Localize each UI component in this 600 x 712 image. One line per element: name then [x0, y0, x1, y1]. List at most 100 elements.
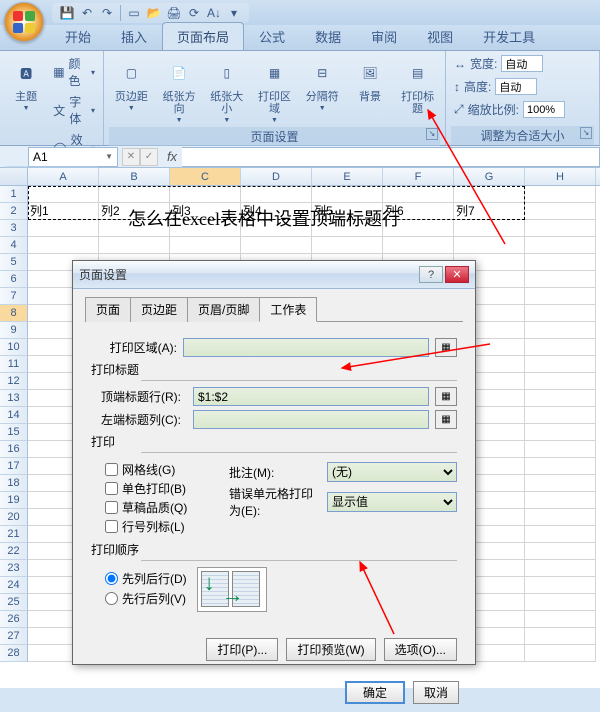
qat-new-icon[interactable]: ▭: [125, 4, 143, 22]
theme-colors-button[interactable]: ▦颜色 ▾: [50, 54, 98, 90]
tab-developer[interactable]: 开发工具: [468, 22, 550, 50]
cell[interactable]: [170, 186, 241, 203]
row-header[interactable]: 8: [0, 305, 28, 322]
cell[interactable]: [454, 186, 525, 203]
cell[interactable]: [525, 475, 596, 492]
size-button[interactable]: ▯纸张大小▼: [204, 54, 249, 127]
cell[interactable]: [525, 288, 596, 305]
col-header[interactable]: G: [454, 168, 525, 185]
cell[interactable]: [525, 628, 596, 645]
dialog-tab-sheet[interactable]: 工作表: [259, 297, 317, 322]
orientation-button[interactable]: 📄纸张方向▼: [157, 54, 202, 127]
cell[interactable]: [525, 407, 596, 424]
cell[interactable]: [525, 424, 596, 441]
cell[interactable]: [525, 203, 596, 220]
rows-repeat-ref-button[interactable]: ▦: [435, 387, 457, 406]
cell[interactable]: [454, 220, 525, 237]
theme-fonts-button[interactable]: 文字体 ▾: [50, 92, 98, 128]
row-header[interactable]: 2: [0, 203, 28, 220]
fx-icon[interactable]: fx: [162, 149, 182, 164]
row-header[interactable]: 4: [0, 237, 28, 254]
row-header[interactable]: 16: [0, 441, 28, 458]
office-button[interactable]: [4, 2, 44, 42]
cell[interactable]: 列7: [454, 203, 525, 220]
cell[interactable]: [525, 322, 596, 339]
cell[interactable]: [383, 186, 454, 203]
cell[interactable]: [28, 237, 99, 254]
page-setup-launcher[interactable]: ↘: [426, 128, 438, 140]
comments-select[interactable]: (无): [327, 462, 457, 482]
row-header[interactable]: 3: [0, 220, 28, 237]
cell[interactable]: [525, 237, 596, 254]
cancel-formula-icon[interactable]: ✕: [122, 148, 140, 166]
select-all[interactable]: [0, 168, 28, 185]
cell[interactable]: [525, 560, 596, 577]
margins-button[interactable]: ▢页边距▼: [109, 54, 154, 115]
col-header[interactable]: E: [312, 168, 383, 185]
cell[interactable]: [525, 271, 596, 288]
cell[interactable]: [525, 594, 596, 611]
cell[interactable]: [525, 220, 596, 237]
row-header[interactable]: 19: [0, 492, 28, 509]
cell[interactable]: [525, 339, 596, 356]
cell[interactable]: [525, 543, 596, 560]
tab-home[interactable]: 开始: [50, 22, 106, 50]
draft-checkbox[interactable]: [105, 501, 118, 514]
print-preview-button[interactable]: 打印预览(W): [286, 638, 375, 661]
cell[interactable]: 列1: [28, 203, 99, 220]
cell[interactable]: [525, 458, 596, 475]
col-header[interactable]: A: [28, 168, 99, 185]
qat-customize-icon[interactable]: ▾: [225, 4, 243, 22]
enter-formula-icon[interactable]: ✓: [140, 148, 158, 166]
row-header[interactable]: 21: [0, 526, 28, 543]
dialog-tab-page[interactable]: 页面: [85, 297, 131, 322]
print-button[interactable]: 打印(P)...: [206, 638, 278, 661]
gridlines-checkbox[interactable]: [105, 463, 118, 476]
breaks-button[interactable]: ⊟分隔符▼: [300, 54, 345, 115]
ok-button[interactable]: 确定: [345, 681, 405, 704]
row-header[interactable]: 22: [0, 543, 28, 560]
cell[interactable]: [525, 305, 596, 322]
cell[interactable]: [525, 645, 596, 662]
scale-input[interactable]: [523, 101, 565, 118]
rowcolhdr-checkbox[interactable]: [105, 520, 118, 533]
options-button[interactable]: 选项(O)...: [384, 638, 457, 661]
qat-refresh-icon[interactable]: ⟳: [185, 4, 203, 22]
row-header[interactable]: 24: [0, 577, 28, 594]
cell[interactable]: [170, 237, 241, 254]
cell[interactable]: [525, 509, 596, 526]
errors-select[interactable]: 显示值: [327, 492, 457, 512]
qat-save-icon[interactable]: 💾: [58, 4, 76, 22]
row-header[interactable]: 13: [0, 390, 28, 407]
height-input[interactable]: [495, 78, 537, 95]
cols-repeat-ref-button[interactable]: ▦: [435, 410, 457, 429]
tab-insert[interactable]: 插入: [106, 22, 162, 50]
row-header[interactable]: 1: [0, 186, 28, 203]
col-header[interactable]: F: [383, 168, 454, 185]
down-then-over-radio[interactable]: [105, 572, 118, 585]
width-input[interactable]: [501, 55, 543, 72]
row-header[interactable]: 12: [0, 373, 28, 390]
row-header[interactable]: 9: [0, 322, 28, 339]
cell[interactable]: [241, 186, 312, 203]
cols-repeat-input[interactable]: [193, 410, 429, 429]
row-header[interactable]: 20: [0, 509, 28, 526]
cell[interactable]: [312, 186, 383, 203]
qat-quickprint-icon[interactable]: 🖨: [165, 4, 183, 22]
col-header[interactable]: C: [170, 168, 241, 185]
col-header[interactable]: B: [99, 168, 170, 185]
cell[interactable]: [99, 237, 170, 254]
row-header[interactable]: 5: [0, 254, 28, 271]
formula-input[interactable]: [182, 147, 600, 167]
print-area-button[interactable]: ▦打印区域▼: [252, 54, 297, 127]
col-header[interactable]: D: [241, 168, 312, 185]
cell[interactable]: [383, 237, 454, 254]
dialog-tab-margins[interactable]: 页边距: [130, 297, 188, 322]
qat-open-icon[interactable]: 📂: [145, 4, 163, 22]
rows-repeat-input[interactable]: [193, 387, 429, 406]
scale-launcher[interactable]: ↘: [580, 127, 592, 139]
name-box[interactable]: A1▼: [28, 147, 118, 167]
qat-sort-icon[interactable]: A↓: [205, 4, 223, 22]
background-button[interactable]: 🖼背景: [348, 54, 393, 106]
row-header[interactable]: 6: [0, 271, 28, 288]
